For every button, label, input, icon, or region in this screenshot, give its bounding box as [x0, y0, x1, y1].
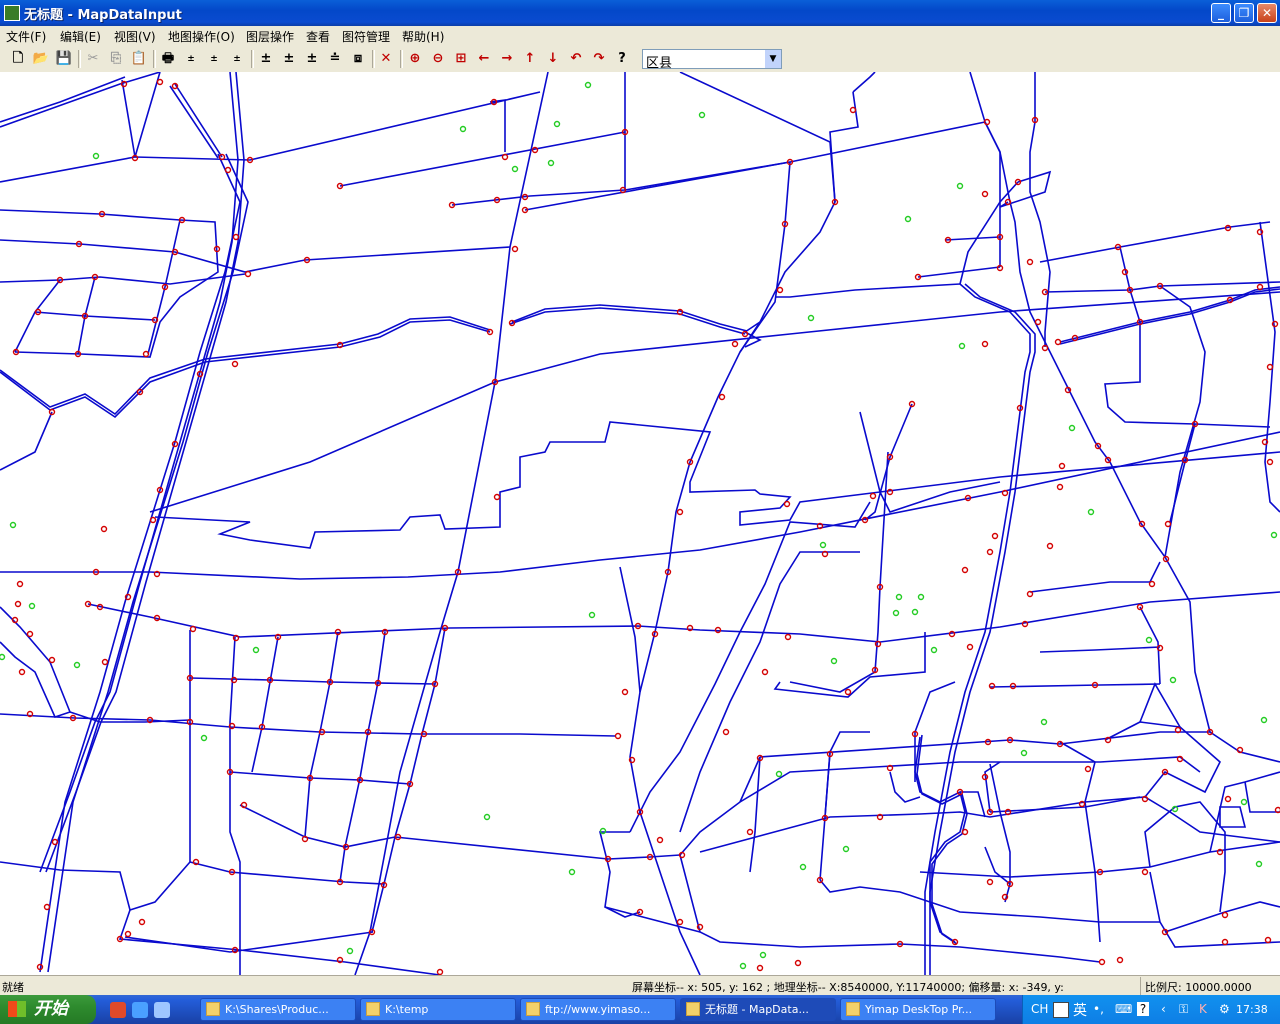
- antivirus-icon[interactable]: K: [1199, 1002, 1207, 1016]
- ftp-icon: [526, 1002, 540, 1016]
- map-canvas[interactable]: [0, 72, 1280, 975]
- menu-edit[interactable]: 编辑(E): [60, 28, 101, 45]
- add-iso-icon[interactable]: ±: [204, 49, 224, 69]
- toolbar-separator: [251, 50, 254, 68]
- menu-symbol[interactable]: 图符管理: [342, 28, 390, 45]
- tray-expand-icon[interactable]: ‹: [1161, 1002, 1166, 1016]
- add-line-icon[interactable]: ±: [227, 49, 247, 69]
- minimize-button[interactable]: _: [1211, 3, 1231, 23]
- road-network-map[interactable]: [0, 72, 1280, 975]
- pan-down-icon[interactable]: ↓: [543, 49, 563, 69]
- task-explorer-shares[interactable]: K:\Shares\Produc...: [200, 998, 356, 1021]
- task-label: Yimap DeskTop Pr...: [865, 1003, 973, 1016]
- toolbar-separator: [153, 50, 156, 68]
- task-ftp[interactable]: ftp://www.yimaso...: [520, 998, 676, 1021]
- print-icon[interactable]: 🖶: [158, 49, 178, 69]
- layer-select[interactable]: 区县 ▼: [642, 49, 782, 71]
- undo-icon[interactable]: ↶: [566, 49, 586, 69]
- tray-app-icon[interactable]: ⚿: [1179, 1002, 1188, 1017]
- zoom-in-icon[interactable]: ⊕: [405, 49, 425, 69]
- toolbar: 🗋 📂 💾 ✂ ⎘ 📋 🖶 ± ± ± ± ± ± ≐ ⧈ ✕ ⊕ ⊖ ⊞ ← …: [0, 46, 1280, 73]
- zoom-extent-icon[interactable]: ⊞: [451, 49, 471, 69]
- new-file-icon[interactable]: 🗋: [8, 49, 28, 69]
- delete-icon[interactable]: ✕: [376, 49, 396, 69]
- menu-view2[interactable]: 查看: [306, 28, 330, 45]
- close-button[interactable]: ✕: [1257, 3, 1277, 23]
- menu-file[interactable]: 文件(F): [6, 28, 46, 45]
- language-indicator[interactable]: CH: [1031, 1002, 1048, 1016]
- yimap-icon: [846, 1002, 860, 1016]
- cut-icon[interactable]: ✂: [83, 49, 103, 69]
- toolbar-separator: [78, 50, 81, 68]
- restore-button[interactable]: ❐: [1234, 3, 1254, 23]
- taskbar: 开始 K:\Shares\Produc... K:\temp ftp://www…: [0, 995, 1280, 1024]
- title-bar[interactable]: 无标题 - MapDataInput _ ❐ ✕: [0, 0, 1280, 26]
- task-label: ftp://www.yimaso...: [545, 1003, 651, 1016]
- task-explorer-temp[interactable]: K:\temp: [360, 998, 516, 1021]
- ime-icon[interactable]: [1053, 1002, 1069, 1018]
- save-icon[interactable]: 💾: [54, 49, 74, 69]
- road-lines: [0, 72, 1280, 975]
- layer-edit-icon[interactable]: ⧈: [348, 49, 368, 69]
- open-folder-icon[interactable]: 📂: [31, 49, 51, 69]
- status-bar: 就绪 屏幕坐标-- x: 505, y: 162 ; 地理坐标-- X:8540…: [0, 975, 1280, 996]
- redo-icon[interactable]: ↷: [589, 49, 609, 69]
- task-label: K:\Shares\Produc...: [225, 1003, 329, 1016]
- task-mapdatainput[interactable]: 无标题 - MapData...: [680, 998, 836, 1021]
- start-label: 开始: [34, 999, 68, 1019]
- show-desktop-icon[interactable]: [154, 1002, 170, 1018]
- status-ready: 就绪: [2, 981, 24, 994]
- windows-logo-icon: [8, 1001, 26, 1017]
- menu-help[interactable]: 帮助(H): [402, 28, 444, 45]
- toolbar-separator: [400, 50, 403, 68]
- start-button[interactable]: 开始: [0, 995, 96, 1024]
- window-title: 无标题 - MapDataInput: [24, 8, 182, 23]
- keyboard-icon[interactable]: ⌨: [1115, 1002, 1132, 1016]
- menu-view[interactable]: 视图(V): [114, 28, 156, 45]
- task-label: K:\temp: [385, 1003, 429, 1016]
- toolbar-separator: [372, 50, 375, 68]
- menu-map-ops[interactable]: 地图操作(O): [168, 28, 235, 45]
- help-icon[interactable]: ?: [612, 49, 632, 69]
- status-coordinates: 屏幕坐标-- x: 505, y: 162 ; 地理坐标-- X:8540000…: [632, 981, 1064, 994]
- internet-explorer-icon[interactable]: [132, 1002, 148, 1018]
- ime-punct-icon[interactable]: •,: [1093, 1002, 1104, 1016]
- folder-icon: [206, 1002, 220, 1016]
- help-icon[interactable]: ?: [1137, 1002, 1149, 1016]
- task-label: 无标题 - MapData...: [705, 1003, 809, 1016]
- folder-icon: [366, 1002, 380, 1016]
- zoom-out-icon[interactable]: ⊖: [428, 49, 448, 69]
- add-point-icon[interactable]: ±: [181, 49, 201, 69]
- poi-markers: [0, 81, 1278, 970]
- status-scale: 比例尺: 10000.0000: [1140, 977, 1252, 995]
- copy-icon[interactable]: ⎘: [106, 49, 126, 69]
- network-icon[interactable]: ⚙: [1219, 1002, 1230, 1016]
- clock: 17:38: [1236, 1003, 1268, 1016]
- menu-layer-ops[interactable]: 图层操作: [246, 28, 294, 45]
- quicklaunch-app-icon[interactable]: [110, 1002, 126, 1018]
- map-app-icon: [4, 5, 20, 21]
- pan-up-icon[interactable]: ↑: [520, 49, 540, 69]
- layer-fill-icon[interactable]: ≐: [325, 49, 345, 69]
- chevron-down-icon[interactable]: ▼: [765, 50, 781, 68]
- menu-bar: 文件(F) 编辑(E) 视图(V) 地图操作(O) 图层操作 查看 图符管理 帮…: [0, 26, 1280, 46]
- map-app-icon: [686, 1002, 700, 1016]
- ime-mode[interactable]: 英: [1073, 1000, 1087, 1020]
- layer-move-icon[interactable]: ±: [279, 49, 299, 69]
- task-yimap-desktop[interactable]: Yimap DeskTop Pr...: [840, 998, 996, 1021]
- layer-select-value: 区县: [646, 56, 673, 71]
- pan-left-icon[interactable]: ←: [474, 49, 494, 69]
- layer-down-icon[interactable]: ±: [302, 49, 322, 69]
- paste-icon[interactable]: 📋: [129, 49, 149, 69]
- pan-right-icon[interactable]: →: [497, 49, 517, 69]
- layer-up-icon[interactable]: ±: [256, 49, 276, 69]
